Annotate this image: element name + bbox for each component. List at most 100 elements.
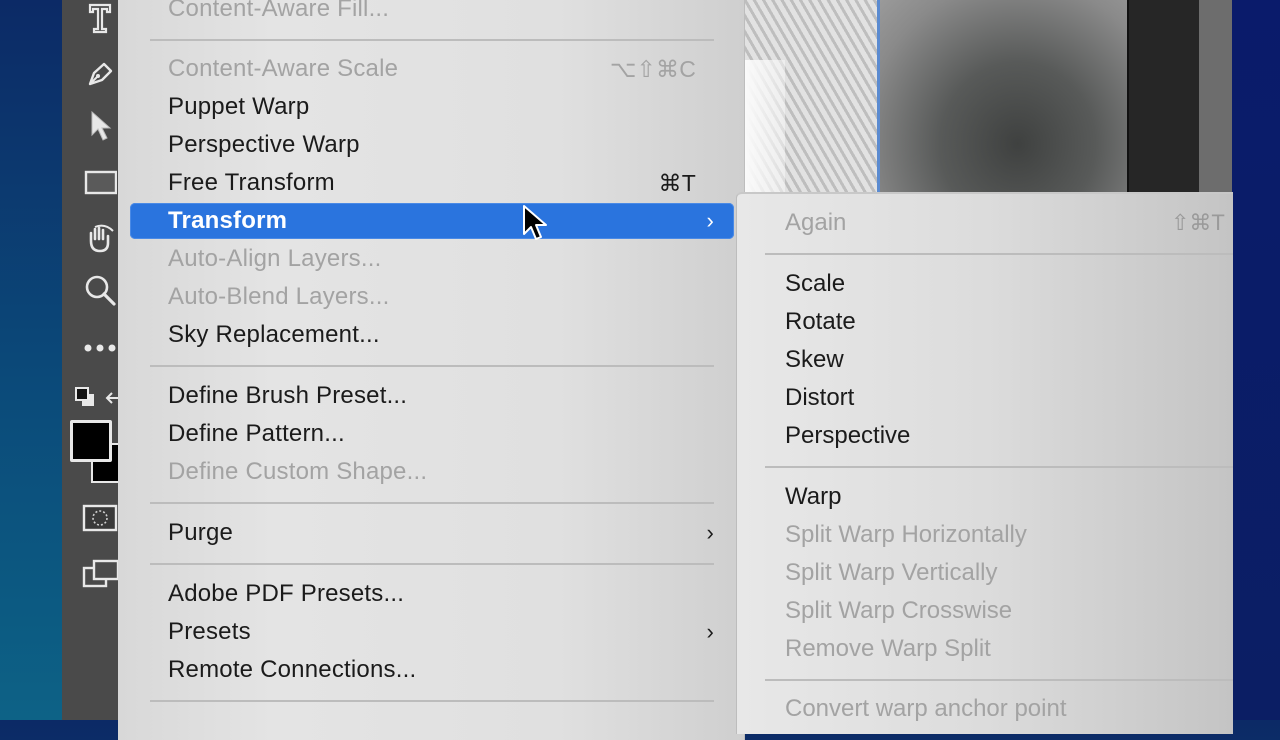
submenu-item-split-warp-horizontally[interactable]: Split Warp Horizontally — [737, 517, 1233, 553]
default-colors-icon — [75, 387, 94, 406]
arrow-cursor-icon — [91, 110, 112, 141]
submenu-separator — [765, 679, 1233, 681]
menu-item-label: Free Transform — [168, 169, 335, 196]
foreground-color-swatch[interactable] — [70, 420, 112, 462]
magnifier-icon — [85, 275, 116, 306]
menu-item-remote-connections[interactable]: Remote Connections... — [130, 652, 734, 688]
menu-item-auto-align-layers[interactable]: Auto-Align Layers... — [130, 241, 734, 277]
menu-item-label: Sky Replacement... — [168, 321, 380, 348]
menu-item-define-pattern[interactable]: Define Pattern... — [130, 416, 734, 452]
menu-item-content-aware-scale[interactable]: Content-Aware Scale ⌥⇧⌘C — [130, 51, 734, 87]
submenu-item-label: Warp — [785, 483, 842, 510]
quick-mask-button[interactable] — [82, 500, 118, 536]
submenu-item-label: Skew — [785, 346, 844, 373]
chevron-right-icon: › — [706, 208, 714, 233]
photo-layer — [877, 0, 1130, 192]
menu-separator — [150, 502, 714, 504]
submenu-item-label: Split Warp Crosswise — [785, 597, 1013, 624]
menu-item-transform[interactable]: Transform › — [130, 203, 734, 239]
menu-item-free-transform[interactable]: Free Transform ⌘T — [130, 165, 734, 201]
rectangle-tool[interactable] — [82, 164, 118, 200]
mouse-cursor-icon — [523, 205, 547, 240]
submenu-item-label: Scale — [785, 270, 846, 297]
transform-submenu: Again ⇧⌘T Scale Rotate Skew Distort Pers… — [736, 192, 1233, 734]
screen-mode-button[interactable] — [82, 556, 118, 592]
menu-item-label: Purge — [168, 519, 234, 546]
menu-separator — [150, 39, 714, 41]
edit-menu: Content-Aware Fill... Content-Aware Scal… — [118, 0, 745, 740]
menu-item-label: Define Custom Shape... — [168, 458, 428, 485]
canvas-gray-area — [1199, 0, 1232, 192]
menu-item-label: Auto-Blend Layers... — [168, 283, 390, 310]
more-tools[interactable] — [82, 330, 118, 366]
submenu-item-label: Distort — [785, 384, 855, 411]
menu-separator — [150, 700, 714, 702]
menu-item-label: Content-Aware Scale — [168, 55, 399, 82]
submenu-item-label: Perspective — [785, 422, 911, 449]
menu-item-puppet-warp[interactable]: Puppet Warp — [130, 89, 734, 125]
chevron-right-icon: › — [706, 619, 714, 644]
menu-item-presets[interactable]: Presets › — [130, 614, 734, 650]
chevron-right-icon: › — [706, 520, 714, 545]
menu-item-label: Adobe PDF Presets... — [168, 580, 405, 607]
tools-panel — [62, 0, 135, 720]
submenu-item-label: Rotate — [785, 308, 856, 335]
menu-item-define-custom-shape[interactable]: Define Custom Shape... — [130, 454, 734, 490]
menu-item-sky-replacement[interactable]: Sky Replacement... — [130, 317, 734, 353]
menu-item-label: Define Brush Preset... — [168, 382, 408, 409]
menu-item-label: Transform — [168, 207, 288, 234]
hand-tool[interactable] — [82, 220, 118, 256]
submenu-item-scale[interactable]: Scale — [737, 266, 1233, 302]
canvas-dark-area — [1127, 0, 1201, 192]
menu-item-label: Auto-Align Layers... — [168, 245, 382, 272]
submenu-item-label: Split Warp Vertically — [785, 559, 998, 586]
submenu-item-shortcut: ⇧⌘T — [1171, 210, 1225, 235]
path-selection-tool[interactable] — [82, 108, 118, 144]
submenu-item-rotate[interactable]: Rotate — [737, 304, 1233, 340]
zoom-tool[interactable] — [82, 272, 118, 308]
submenu-item-perspective[interactable]: Perspective — [737, 418, 1233, 454]
type-icon — [88, 3, 112, 34]
pattern-highlight — [745, 60, 785, 195]
pen-icon — [88, 62, 113, 86]
menu-item-auto-blend-layers[interactable]: Auto-Blend Layers... — [130, 279, 734, 315]
menu-item-shortcut: ⌥⇧⌘C — [609, 56, 696, 82]
submenu-item-warp[interactable]: Warp — [737, 479, 1233, 515]
submenu-item-split-warp-vertically[interactable]: Split Warp Vertically — [737, 555, 1233, 591]
menu-item-label: Remote Connections... — [168, 656, 417, 683]
menu-item-purge[interactable]: Purge › — [130, 515, 734, 551]
type-tool[interactable] — [82, 0, 118, 36]
submenu-item-label: Again — [785, 209, 847, 236]
menu-item-label: Perspective Warp — [168, 131, 360, 158]
menu-item-perspective-warp[interactable]: Perspective Warp — [130, 127, 734, 163]
menu-item-content-aware-fill[interactable]: Content-Aware Fill... — [130, 0, 734, 27]
screen-mode-icon — [82, 559, 118, 588]
submenu-item-remove-warp-split[interactable]: Remove Warp Split — [737, 631, 1233, 667]
submenu-item-skew[interactable]: Skew — [737, 342, 1233, 378]
submenu-separator — [765, 466, 1233, 468]
submenu-item-label: Split Warp Horizontally — [785, 521, 1027, 548]
menu-item-define-brush-preset[interactable]: Define Brush Preset... — [130, 378, 734, 414]
submenu-item-distort[interactable]: Distort — [737, 380, 1233, 416]
desktop-background-right — [1232, 0, 1280, 720]
menu-item-adobe-pdf-presets[interactable]: Adobe PDF Presets... — [130, 576, 734, 612]
menu-item-shortcut: ⌘T — [658, 170, 696, 196]
document-canvas — [745, 0, 1232, 195]
quick-mask-icon — [82, 504, 118, 532]
pen-tool[interactable] — [82, 56, 118, 92]
submenu-item-again[interactable]: Again ⇧⌘T — [737, 205, 1233, 241]
menu-separator — [150, 365, 714, 367]
submenu-item-label: Remove Warp Split — [785, 635, 991, 662]
default-colors-button[interactable] — [68, 380, 104, 416]
submenu-separator — [765, 253, 1233, 255]
ellipsis-icon — [84, 344, 116, 352]
submenu-item-convert-warp-anchor-point[interactable]: Convert warp anchor point — [737, 691, 1233, 727]
menu-item-label: Define Pattern... — [168, 420, 345, 447]
menu-separator — [150, 563, 714, 565]
menu-item-label: Puppet Warp — [168, 93, 310, 120]
hand-icon — [89, 224, 114, 253]
menu-item-label: Content-Aware Fill... — [168, 0, 390, 22]
submenu-item-label: Convert warp anchor point — [785, 695, 1067, 722]
rectangle-icon — [84, 170, 117, 195]
submenu-item-split-warp-crosswise[interactable]: Split Warp Crosswise — [737, 593, 1233, 629]
